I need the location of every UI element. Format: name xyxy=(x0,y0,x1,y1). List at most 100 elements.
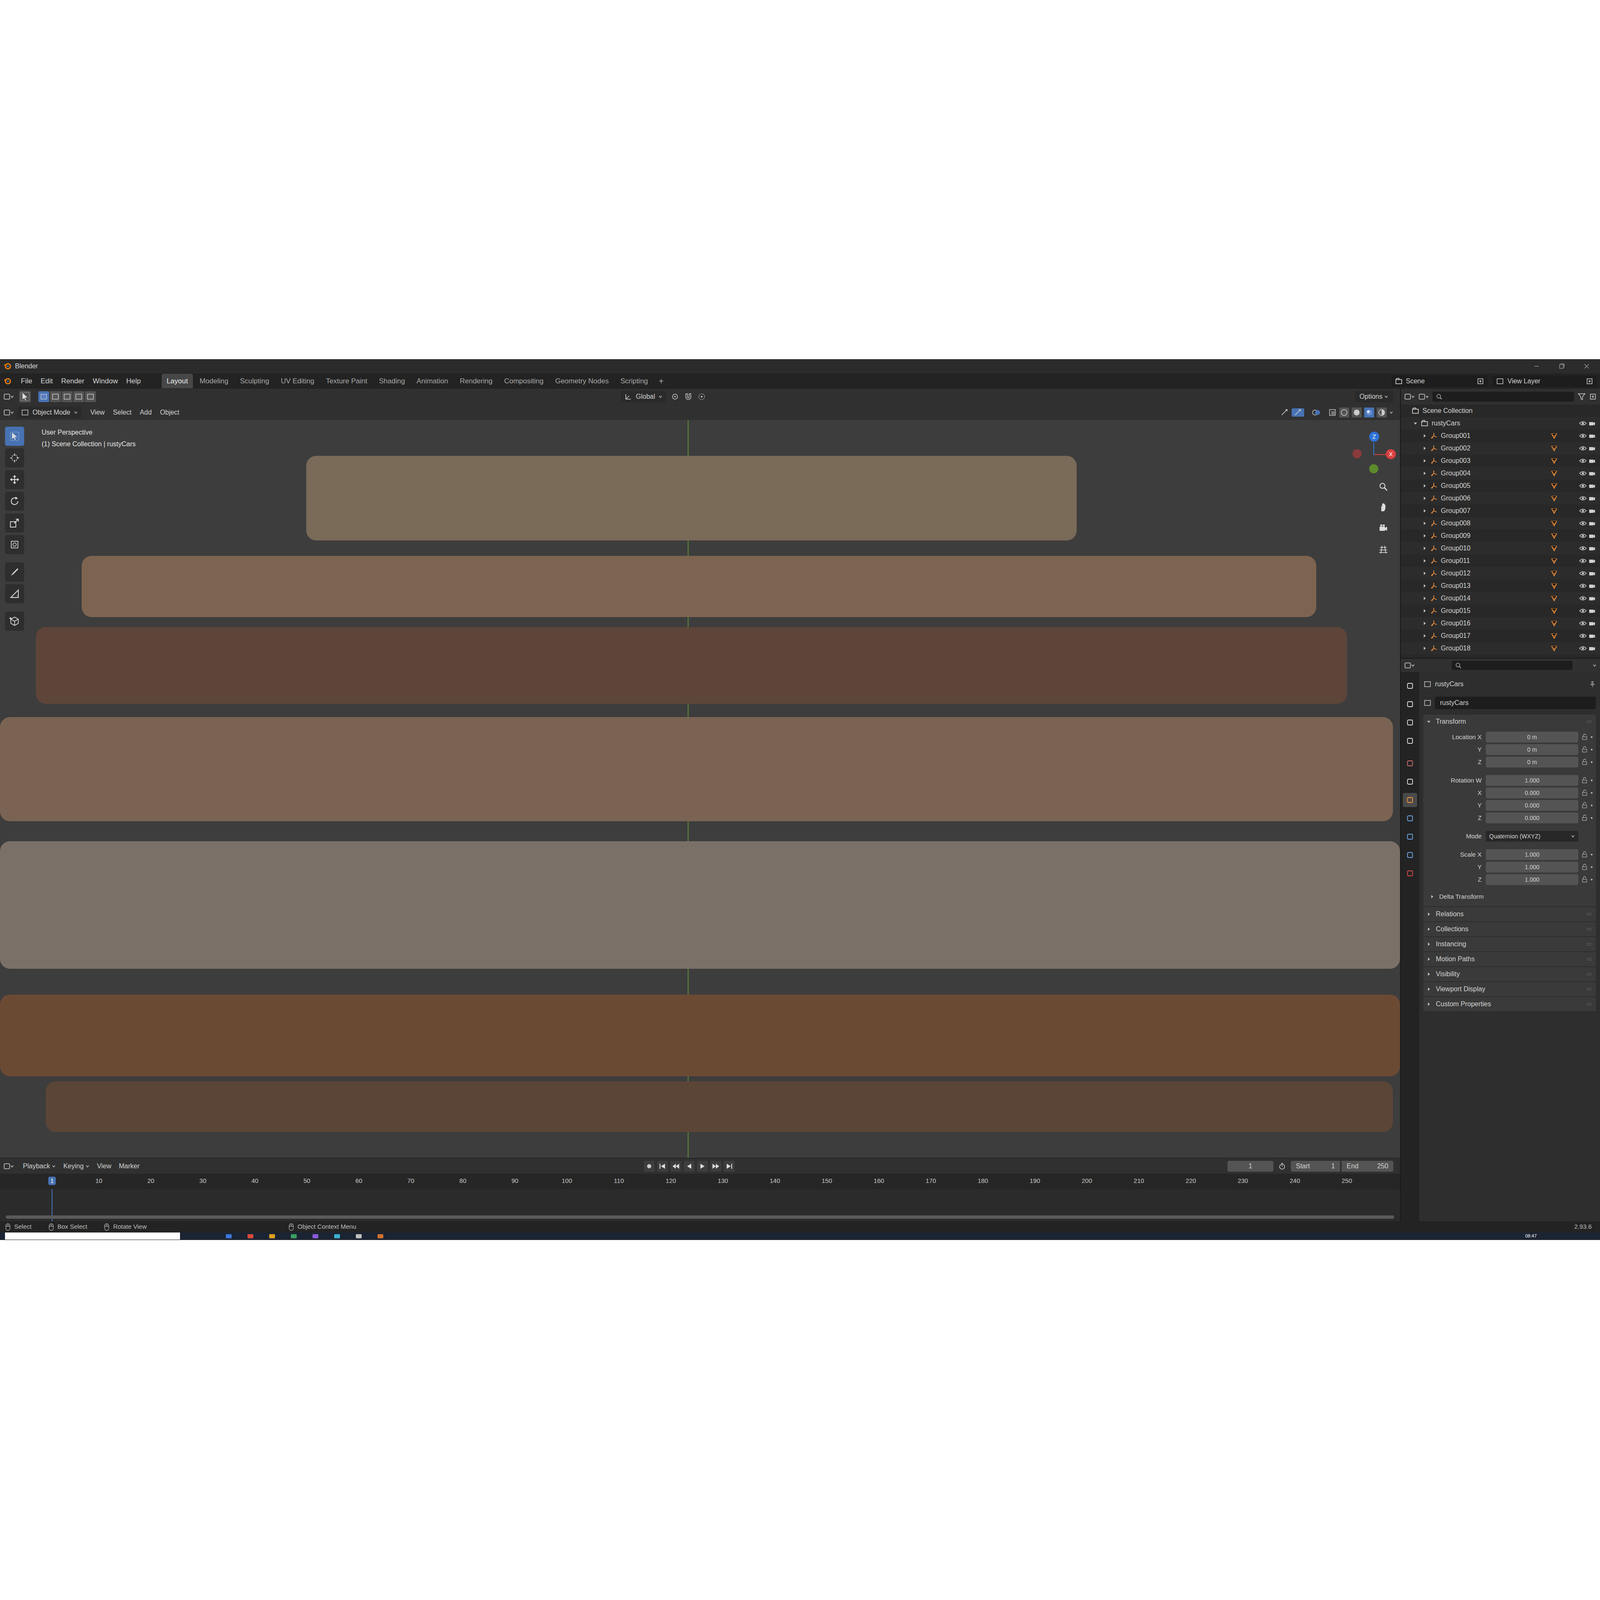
pan-icon[interactable] xyxy=(1375,499,1392,516)
outliner-row[interactable]: Group004 xyxy=(1400,467,1600,480)
x-axis-handle[interactable]: X xyxy=(1385,449,1396,460)
taskbar-app-icon[interactable] xyxy=(355,1234,362,1239)
taskbar-app-icon[interactable] xyxy=(290,1234,297,1239)
proportional-edit-icon[interactable] xyxy=(697,392,706,401)
taskbar-search[interactable] xyxy=(5,1232,180,1240)
outliner-row[interactable]: Group011 xyxy=(1400,554,1600,568)
empty-object-icon[interactable] xyxy=(1429,432,1439,440)
taskbar-app-icon[interactable] xyxy=(269,1234,275,1239)
keyframe-dot-icon[interactable] xyxy=(1589,852,1595,857)
number-field[interactable]: 0.000 xyxy=(1485,812,1579,824)
empty-object-icon[interactable] xyxy=(1429,607,1439,615)
number-field[interactable]: 0 m xyxy=(1485,756,1579,768)
editor-type-icon[interactable] xyxy=(3,1162,15,1170)
expand-icon[interactable] xyxy=(1422,583,1430,588)
view-layer-selector[interactable]: View Layer xyxy=(1492,375,1597,388)
mesh-data-icon[interactable] xyxy=(1550,607,1558,615)
visibility-eye-icon[interactable] xyxy=(1578,432,1588,439)
panel-header[interactable]: Visibility xyxy=(1423,967,1596,982)
timeline-menu[interactable]: Playback xyxy=(19,1161,60,1172)
mesh-data-icon[interactable] xyxy=(1550,495,1558,502)
jump-end-icon[interactable] xyxy=(723,1160,735,1172)
pin-icon[interactable] xyxy=(1589,680,1596,688)
mesh-data-icon[interactable] xyxy=(1550,470,1558,477)
visibility-eye-icon[interactable] xyxy=(1578,445,1588,452)
lock-icon[interactable] xyxy=(1580,802,1590,809)
render-visibility-icon[interactable] xyxy=(1587,582,1597,589)
render-visibility-icon[interactable] xyxy=(1587,445,1597,452)
properties-tab-icon[interactable] xyxy=(1402,847,1418,863)
expand-icon[interactable] xyxy=(1422,496,1430,501)
new-scene-icon[interactable] xyxy=(1476,377,1485,385)
mesh-data-icon[interactable] xyxy=(1550,457,1558,465)
properties-search[interactable] xyxy=(1451,660,1573,670)
mesh-data-icon[interactable] xyxy=(1550,570,1558,577)
new-collection-icon[interactable] xyxy=(1589,392,1597,401)
camera-view-icon[interactable] xyxy=(1375,520,1392,537)
measure-icon[interactable] xyxy=(5,584,25,604)
taskbar-app-icon[interactable] xyxy=(334,1234,340,1239)
properties-tab-icon[interactable] xyxy=(1402,715,1418,730)
filter-icon[interactable] xyxy=(1577,392,1586,401)
chevron-down-icon[interactable] xyxy=(658,394,663,399)
visibility-eye-icon[interactable] xyxy=(1578,457,1588,464)
viewport-menu[interactable]: Object xyxy=(155,407,184,418)
empty-object-icon[interactable] xyxy=(1429,570,1439,577)
render-visibility-icon[interactable] xyxy=(1587,532,1597,539)
viewport[interactable]: User Perspective(1) Scene Collection | r… xyxy=(0,420,1400,1158)
annotate-icon[interactable] xyxy=(5,562,25,582)
keyframe-dot-icon[interactable] xyxy=(1589,803,1595,808)
expand-icon[interactable] xyxy=(1426,912,1433,917)
scene-selector[interactable]: Scene xyxy=(1391,375,1488,388)
scale-icon[interactable] xyxy=(5,513,25,533)
expand-icon[interactable] xyxy=(1422,446,1430,451)
visibility-eye-icon[interactable] xyxy=(1578,470,1588,477)
visibility-eye-icon[interactable] xyxy=(1578,520,1588,527)
mesh-data-icon[interactable] xyxy=(1550,632,1558,640)
properties-tab-icon[interactable] xyxy=(1402,829,1418,844)
workspace-tab[interactable]: Sculpting xyxy=(235,373,275,389)
keyframe-dot-icon[interactable] xyxy=(1589,815,1595,820)
outliner-row[interactable]: Group007 xyxy=(1400,504,1600,518)
render-visibility-icon[interactable] xyxy=(1587,620,1597,627)
tool-icon[interactable] xyxy=(19,390,31,403)
expand-icon[interactable] xyxy=(1430,894,1436,899)
zoom-icon[interactable] xyxy=(1375,478,1392,495)
render-visibility-icon[interactable] xyxy=(1587,507,1597,514)
expand-icon[interactable] xyxy=(1422,458,1430,463)
lock-icon[interactable] xyxy=(1580,863,1590,871)
empty-object-icon[interactable] xyxy=(1429,482,1439,490)
mesh-data-icon[interactable] xyxy=(1550,482,1558,490)
collapse-icon[interactable] xyxy=(1426,719,1433,724)
visibility-eye-icon[interactable] xyxy=(1578,482,1588,489)
empty-object-icon[interactable] xyxy=(1429,457,1439,465)
material-shading-icon[interactable] xyxy=(1364,407,1375,418)
close-icon[interactable] xyxy=(1583,362,1590,370)
editor-type-icon[interactable] xyxy=(1404,661,1415,670)
properties-tab-icon[interactable] xyxy=(1402,811,1418,826)
transform-panel-header[interactable]: Transform xyxy=(1423,714,1596,729)
expand-icon[interactable] xyxy=(1422,646,1430,651)
select-new-icon[interactable] xyxy=(38,391,50,403)
keyframe-dot-icon[interactable] xyxy=(1589,790,1595,795)
expand-icon[interactable] xyxy=(1422,571,1430,576)
menu-item[interactable]: Window xyxy=(88,374,122,388)
visibility-icon[interactable] xyxy=(1280,408,1290,417)
object-icon[interactable] xyxy=(1423,698,1432,708)
render-visibility-icon[interactable] xyxy=(1587,432,1597,439)
chevron-down-icon[interactable] xyxy=(73,410,78,415)
jump-start-icon[interactable] xyxy=(657,1160,668,1172)
pivot-icon[interactable] xyxy=(670,392,680,401)
visibility-eye-icon[interactable] xyxy=(1578,570,1588,577)
expand-icon[interactable] xyxy=(1426,942,1433,947)
visibility-eye-icon[interactable] xyxy=(1578,495,1588,502)
expand-icon[interactable] xyxy=(1422,596,1430,601)
timeline-menu[interactable]: Marker xyxy=(115,1161,144,1172)
orientation-icon[interactable] xyxy=(624,392,633,401)
workspace-tab[interactable]: UV Editing xyxy=(275,373,320,389)
add-cube-icon[interactable] xyxy=(5,611,25,631)
workspace-tab[interactable]: Texture Paint xyxy=(320,373,373,389)
outliner-row[interactable]: Group015 xyxy=(1400,604,1600,618)
visibility-eye-icon[interactable] xyxy=(1578,620,1588,627)
visibility-eye-icon[interactable] xyxy=(1578,532,1588,539)
